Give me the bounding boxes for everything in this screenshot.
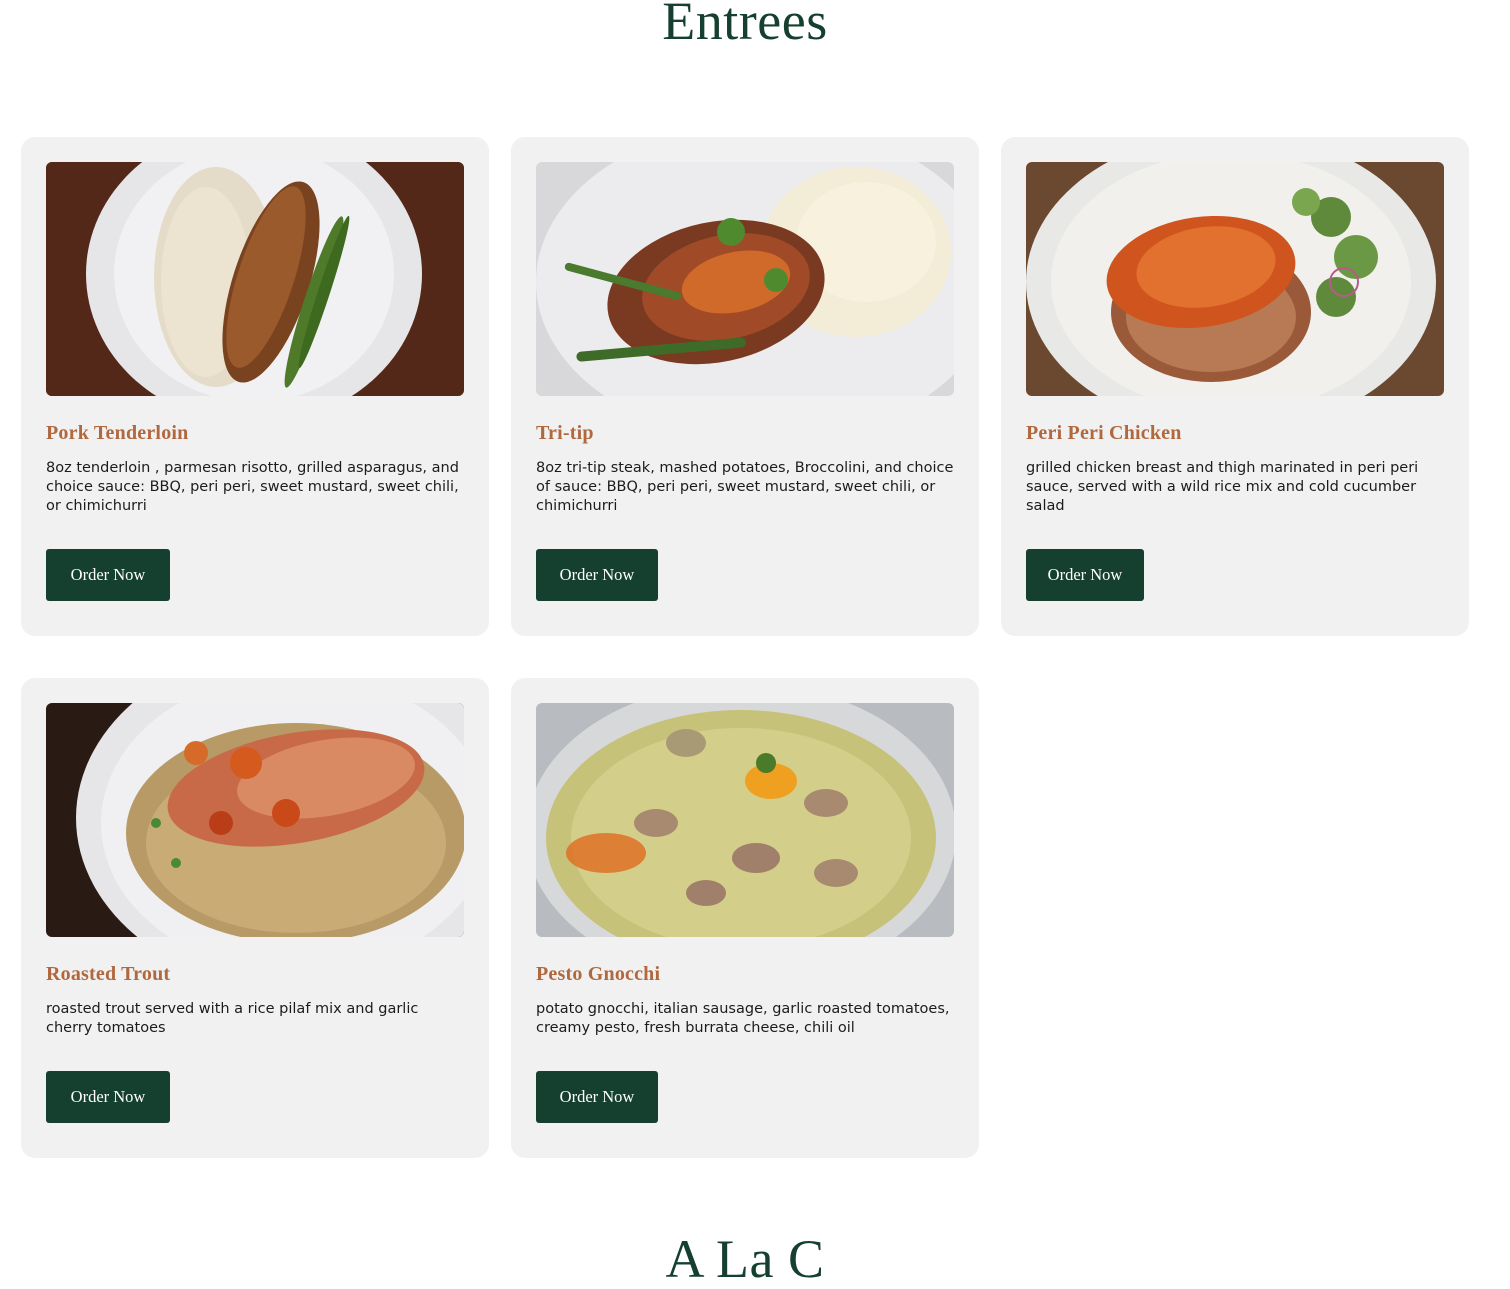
section-title: Entrees <box>662 0 828 51</box>
menu-card-peri-peri-chicken: Peri Peri Chicken grilled chicken breast… <box>1001 137 1469 636</box>
roasted-trout-photo <box>46 703 464 937</box>
pork-tenderloin-photo <box>46 162 464 396</box>
order-now-button[interactable]: Order Now <box>1026 549 1144 601</box>
item-description: roasted trout served with a rice pilaf m… <box>46 1001 419 1036</box>
item-name: Tri-tip <box>536 422 594 444</box>
menu-card-tri-tip: Tri-tip 8oz tri-tip steak, mashed potato… <box>511 137 979 636</box>
menu-card-roasted-trout: Roasted Trout roasted trout served with … <box>21 678 489 1158</box>
tri-tip-photo <box>536 162 954 396</box>
item-description: potato gnocchi, italian sausage, garlic … <box>536 1001 950 1036</box>
item-name: Pork Tenderloin <box>46 422 189 444</box>
menu-card-pesto-gnocchi: Pesto Gnocchi potato gnocchi, italian sa… <box>511 678 979 1158</box>
order-now-button[interactable]: Order Now <box>536 549 658 601</box>
menu-card-pork-tenderloin: Pork Tenderloin 8oz tenderloin , parmesa… <box>21 137 489 636</box>
item-name: Roasted Trout <box>46 963 171 985</box>
next-section-title: A La C <box>665 1229 825 1289</box>
item-description: 8oz tri-tip steak, mashed potatoes, Broc… <box>536 460 954 514</box>
item-name: Pesto Gnocchi <box>536 963 661 985</box>
order-now-button[interactable]: Order Now <box>46 549 170 601</box>
order-now-button[interactable]: Order Now <box>46 1071 170 1123</box>
item-description: 8oz tenderloin , parmesan risotto, grill… <box>46 460 459 514</box>
peri-peri-chicken-photo <box>1026 162 1444 396</box>
item-description: grilled chicken breast and thigh marinat… <box>1026 460 1419 514</box>
order-now-button[interactable]: Order Now <box>536 1071 658 1123</box>
pesto-gnocchi-photo <box>536 703 954 937</box>
item-name: Peri Peri Chicken <box>1026 422 1182 444</box>
